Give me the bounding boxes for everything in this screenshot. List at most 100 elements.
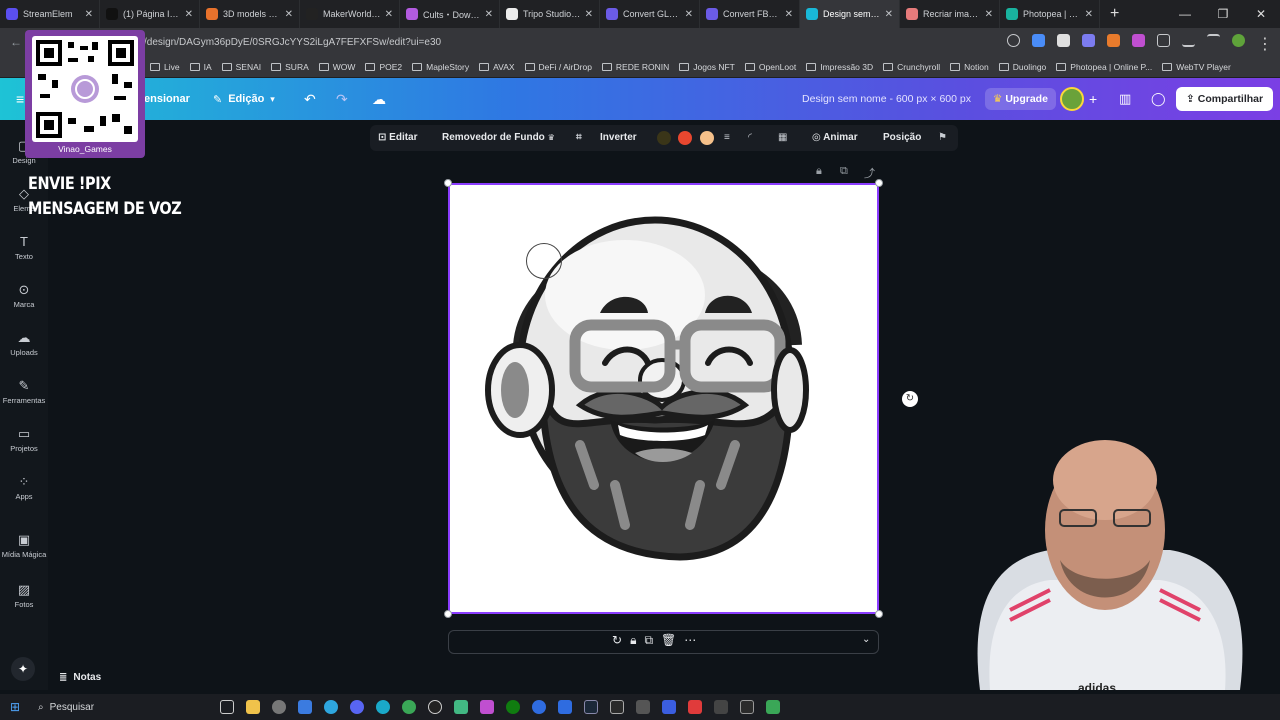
back-icon[interactable]: ← — [10, 35, 22, 49]
lock-icon[interactable]: 🔒︎ — [816, 165, 822, 178]
crop-icon[interactable]: ⌗ — [576, 125, 582, 151]
duplicate-icon[interactable]: ⧉ — [644, 633, 653, 648]
sidebar-item-uploads[interactable]: ☁ Uploads — [0, 330, 48, 357]
bookmark-item[interactable]: AVAX — [479, 62, 515, 72]
extension-icon[interactable] — [1082, 34, 1095, 47]
design-title[interactable]: Design sem nome - 600 px × 600 px — [802, 93, 971, 105]
discord-icon[interactable] — [350, 700, 364, 714]
browser-tab[interactable]: Convert GLB to ✕ — [600, 0, 700, 28]
browser-tab[interactable]: Tripo Studio | 0 ✕ — [500, 0, 600, 28]
sidebar-item-projetos[interactable]: ▭ Projetos — [0, 426, 48, 453]
bookmark-item[interactable]: SURA — [271, 62, 309, 72]
trash-icon[interactable]: 🗑︎ — [661, 633, 676, 648]
app-icon[interactable] — [688, 700, 702, 714]
kebab-icon[interactable]: ⋮ — [1257, 34, 1273, 53]
resize-button[interactable]: ensionar — [144, 93, 190, 105]
epic-games-icon[interactable] — [610, 700, 624, 714]
sidebar-item-ferramentas[interactable]: ✎ Ferramentas — [0, 378, 48, 405]
sidebar-item-m-dia-m-gica[interactable]: ▣ Mídia Mágica — [0, 532, 48, 559]
close-icon[interactable]: ✕ — [985, 9, 993, 20]
edge-icon[interactable] — [376, 700, 390, 714]
color-swatch-2[interactable] — [678, 131, 692, 145]
refresh-icon[interactable]: ↻ — [612, 633, 622, 648]
rotate-icon[interactable]: ↻ — [902, 391, 918, 407]
lines-icon[interactable]: ≡ — [724, 125, 730, 151]
paint-roller-icon[interactable]: ⚑ — [938, 125, 947, 151]
bookmark-item[interactable]: POE2 — [365, 62, 402, 72]
app-icon[interactable] — [428, 700, 442, 714]
duplicate-icon[interactable]: ⧉ — [840, 165, 848, 178]
bookmark-item[interactable]: WebTV Player — [1162, 62, 1231, 72]
redo-icon[interactable]: ↷ — [336, 91, 348, 108]
plus-icon[interactable]: + — [1089, 91, 1097, 107]
extension-icon[interactable] — [1057, 34, 1070, 47]
chevron-down-icon[interactable]: ⌄ — [862, 634, 870, 645]
more-icon[interactable]: ⋯ — [684, 633, 696, 648]
undo-icon[interactable]: ↶ — [304, 91, 316, 108]
close-window-icon[interactable]: ✕ — [1242, 0, 1280, 28]
windows-start-icon[interactable]: ⊞ — [0, 700, 30, 714]
app-icon[interactable] — [662, 700, 676, 714]
task-view-icon[interactable] — [220, 700, 234, 714]
close-icon[interactable]: ✕ — [585, 9, 593, 20]
steam-icon[interactable] — [584, 700, 598, 714]
browser-tab[interactable]: StreamElem ✕ — [0, 0, 100, 28]
bookmark-item[interactable]: REDE RONIN — [601, 62, 669, 72]
cloud-save-icon[interactable]: ☁ — [372, 91, 386, 108]
design-canvas[interactable] — [448, 183, 879, 614]
app-icon[interactable] — [272, 700, 286, 714]
close-icon[interactable]: ✕ — [885, 9, 893, 20]
app-icon[interactable] — [740, 700, 754, 714]
comment-icon[interactable]: ◯ — [1151, 91, 1166, 107]
position-button[interactable]: Posição — [883, 125, 921, 151]
share-button[interactable]: ⇪ Compartilhar — [1176, 87, 1274, 111]
resize-handle-br[interactable] — [875, 610, 883, 618]
profile-avatar[interactable] — [1232, 34, 1245, 47]
app-icon[interactable] — [298, 700, 312, 714]
menu-icon[interactable]: ≡ — [16, 91, 24, 107]
bookmark-item[interactable]: IA — [189, 62, 212, 72]
bookmark-item[interactable]: Crunchyroll — [883, 62, 940, 72]
extension-icon[interactable] — [1132, 34, 1145, 47]
browser-tab[interactable]: Design sem no ✕ — [800, 0, 900, 28]
close-icon[interactable]: ✕ — [685, 9, 693, 20]
lock-icon[interactable]: 🔒︎ — [630, 633, 636, 648]
background-remover-button[interactable]: Removedor de Fundo ♛ — [442, 125, 555, 151]
animate-button[interactable]: ◎ Animar — [812, 125, 858, 151]
color-swatch-3[interactable] — [700, 131, 714, 145]
bookmark-item[interactable]: SENAI — [221, 62, 261, 72]
transparency-icon[interactable]: ▦ — [778, 125, 787, 151]
bookmark-item[interactable]: Duolingo — [998, 62, 1046, 72]
download-icon[interactable] — [1182, 34, 1195, 47]
browser-tab[interactable]: (1) Página Inici ✕ — [100, 0, 200, 28]
sidebar-item-apps[interactable]: ⁘ Apps — [0, 474, 48, 501]
close-icon[interactable]: ✕ — [485, 9, 493, 20]
add-page-icon[interactable]: ⤴ — [864, 165, 875, 181]
close-icon[interactable]: ✕ — [85, 9, 93, 20]
new-tab-icon[interactable]: + — [1100, 5, 1129, 23]
app-icon[interactable] — [532, 700, 546, 714]
bookmark-item[interactable]: WOW — [318, 62, 355, 72]
close-icon[interactable]: ✕ — [785, 9, 793, 20]
app-icon[interactable] — [480, 700, 494, 714]
close-icon[interactable]: ✕ — [285, 9, 293, 20]
taskbar-search[interactable]: ⌕ Pesquisar — [30, 702, 160, 713]
stats-icon[interactable]: ▥ — [1119, 91, 1131, 107]
upgrade-button[interactable]: ♛ Upgrade — [985, 88, 1056, 110]
user-avatar[interactable] — [1060, 87, 1084, 111]
curve-icon[interactable]: ◜ — [748, 125, 752, 151]
bookmark-item[interactable]: MapleStory — [412, 62, 469, 72]
close-icon[interactable]: ✕ — [185, 9, 193, 20]
app-icon[interactable] — [454, 700, 468, 714]
app-icon[interactable] — [766, 700, 780, 714]
telegram-icon[interactable] — [324, 700, 338, 714]
close-icon[interactable]: ✕ — [1085, 9, 1093, 20]
browser-tab[interactable]: Cults・Downlo ✕ — [400, 0, 500, 28]
sidebar-item-texto[interactable]: T Texto — [0, 234, 48, 261]
resize-handle-tl[interactable] — [444, 179, 452, 187]
color-swatch-1[interactable] — [657, 131, 671, 145]
browser-tab[interactable]: MakerWorld: 3 ✕ — [300, 0, 400, 28]
resize-handle-bl[interactable] — [444, 610, 452, 618]
xbox-icon[interactable] — [506, 700, 520, 714]
app-icon[interactable] — [558, 700, 572, 714]
